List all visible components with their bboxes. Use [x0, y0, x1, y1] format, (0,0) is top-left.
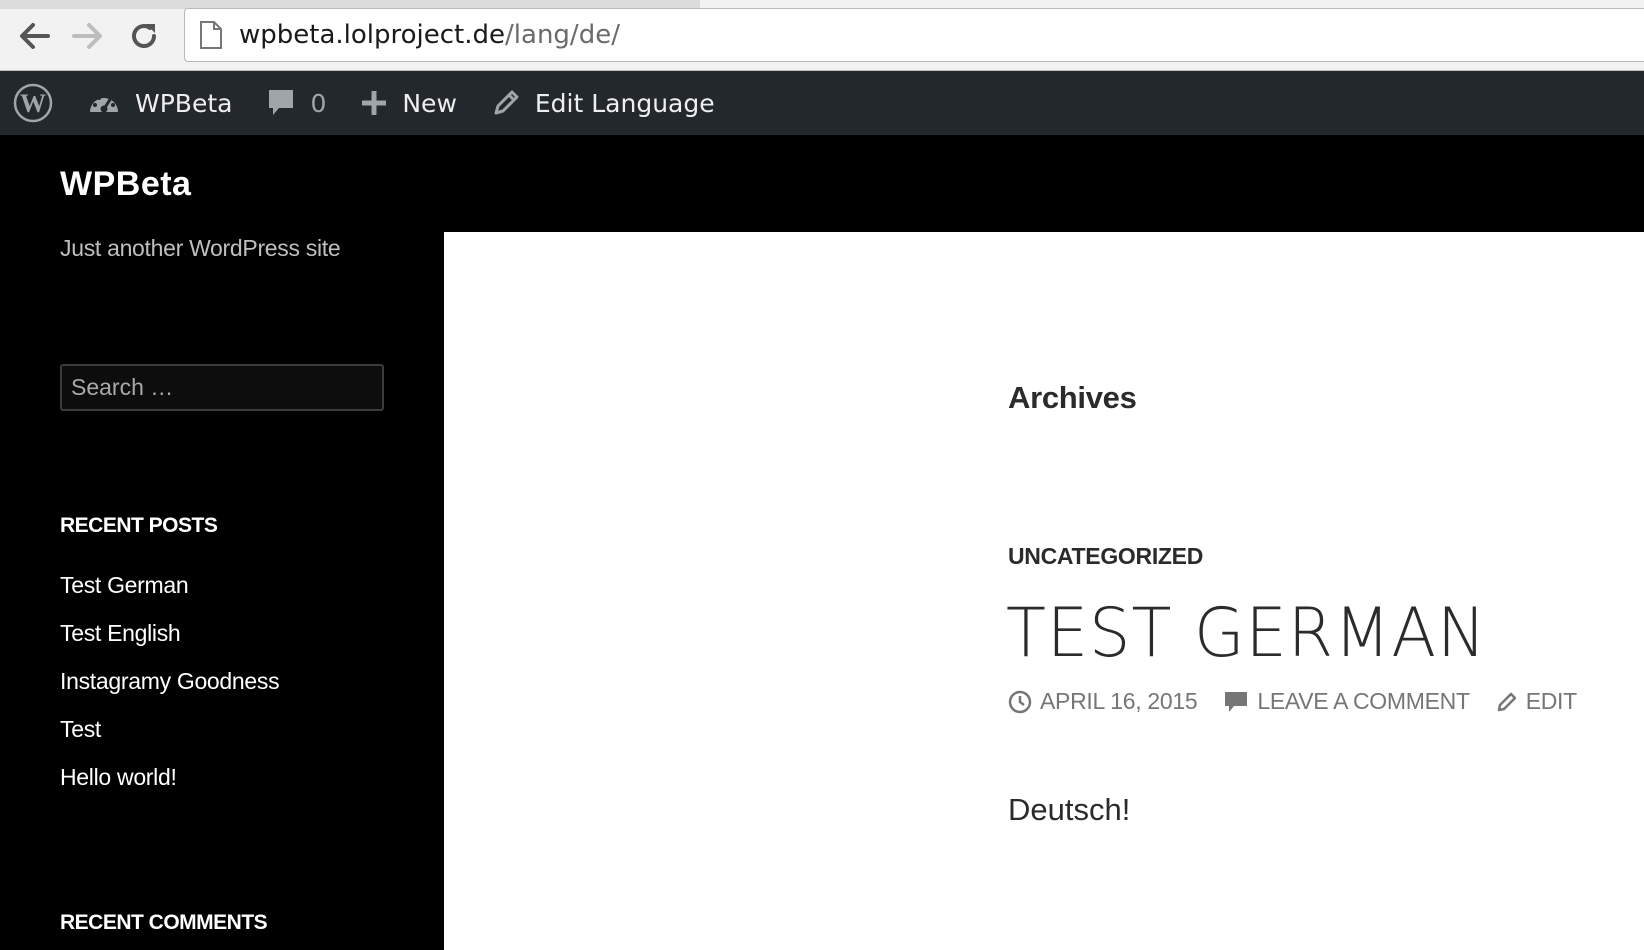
- recent-post-link[interactable]: Hello world!: [60, 762, 279, 810]
- dashboard-icon: [87, 88, 121, 118]
- site-menu[interactable]: WPBeta: [87, 71, 232, 135]
- comment-bubble-icon: [1223, 690, 1249, 714]
- post-date: APRIL 16, 2015: [1040, 688, 1198, 714]
- back-arrow-icon: [20, 23, 50, 49]
- new-label: New: [402, 88, 457, 118]
- wp-admin-bar: W WPBeta 0 New Edit Language: [0, 71, 1644, 135]
- archives-title: Archives: [1008, 380, 1137, 415]
- post-date-link[interactable]: APRIL 16, 2015: [1008, 688, 1198, 715]
- url-host: wpbeta.lolproject.de: [239, 20, 506, 50]
- svg-text:W: W: [20, 89, 46, 118]
- page-icon: [199, 20, 223, 50]
- recent-post-link[interactable]: Test German: [60, 570, 279, 618]
- site-title[interactable]: WPBeta: [60, 165, 191, 204]
- pencil-icon: [1496, 691, 1518, 713]
- recent-post-link[interactable]: Test English: [60, 618, 279, 666]
- forward-button[interactable]: [66, 14, 110, 58]
- edit-post-link[interactable]: EDIT: [1496, 688, 1577, 715]
- site-description: Just another WordPress site: [60, 235, 341, 261]
- wordpress-menu[interactable]: W: [13, 71, 53, 135]
- category-link[interactable]: UNCATEGORIZED: [1008, 543, 1203, 570]
- url-text: wpbeta.lolproject.de/lang/de/: [239, 20, 620, 50]
- comment-bubble-icon: [266, 87, 296, 119]
- address-bar[interactable]: wpbeta.lolproject.de/lang/de/: [184, 8, 1644, 62]
- post-title[interactable]: TEST GERMAN: [1006, 594, 1487, 673]
- sidebar: WPBeta Just another WordPress site Searc…: [0, 135, 444, 950]
- reload-button[interactable]: [122, 14, 166, 58]
- search-input[interactable]: Search …: [60, 364, 384, 411]
- site-name-label: WPBeta: [135, 88, 233, 118]
- post-body: Deutsch!: [1008, 792, 1131, 827]
- recent-posts-list: Test German Test English Instagramy Good…: [60, 570, 280, 810]
- new-content-menu[interactable]: New: [360, 71, 457, 135]
- edit-language-menu[interactable]: Edit Language: [491, 71, 715, 135]
- edit-label: EDIT: [1525, 688, 1578, 714]
- recent-comments-title: RECENT COMMENTS: [60, 911, 268, 934]
- plus-icon: [360, 89, 388, 117]
- edit-language-label: Edit Language: [534, 88, 715, 118]
- recent-posts-title: RECENT POSTS: [60, 514, 218, 537]
- back-button[interactable]: [12, 14, 56, 58]
- post-meta: APRIL 16, 2015 LEAVE A COMMENT EDIT: [1008, 688, 1603, 715]
- url-path: /lang/de/: [505, 20, 620, 50]
- comments-menu[interactable]: 0: [266, 71, 326, 135]
- recent-post-link[interactable]: Instagramy Goodness: [60, 666, 280, 714]
- leave-comment-label: LEAVE A COMMENT: [1257, 688, 1470, 714]
- browser-toolbar: wpbeta.lolproject.de/lang/de/: [0, 0, 1644, 71]
- leave-comment-link[interactable]: LEAVE A COMMENT: [1223, 688, 1470, 715]
- forward-arrow-icon: [72, 23, 102, 49]
- wordpress-logo-icon: W: [13, 83, 53, 123]
- pencil-icon: [491, 88, 521, 118]
- clock-icon: [1008, 690, 1032, 714]
- reload-icon: [132, 24, 156, 48]
- main-content: Archives UNCATEGORIZED TEST GERMAN APRIL…: [444, 232, 1644, 950]
- recent-post-link[interactable]: Test: [60, 714, 279, 762]
- comments-count: 0: [310, 88, 327, 118]
